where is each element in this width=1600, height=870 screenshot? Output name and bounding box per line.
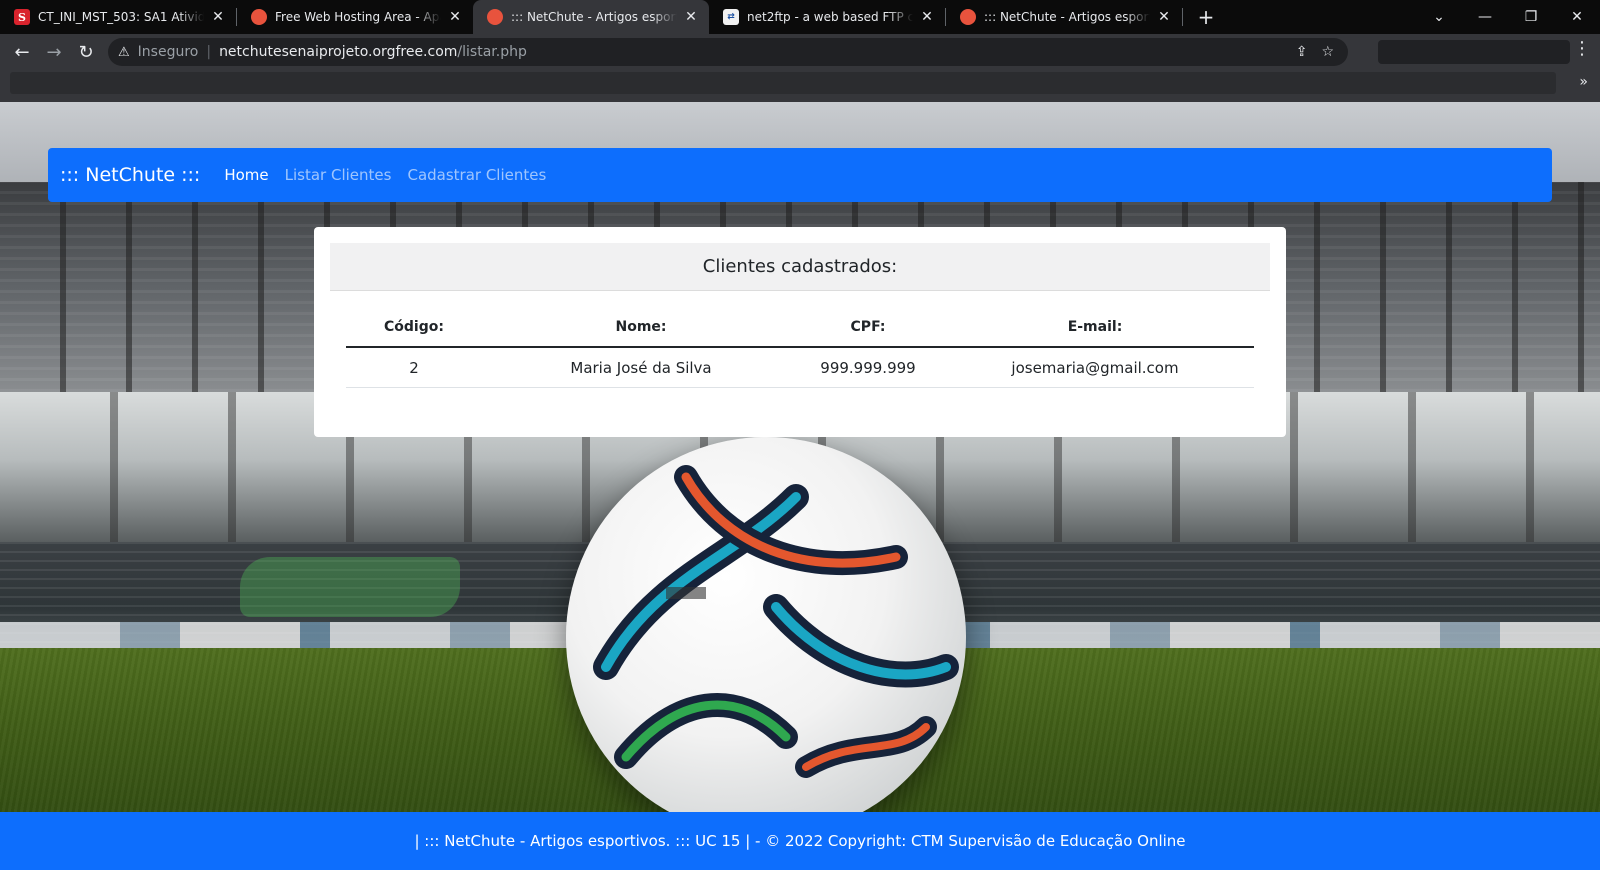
close-icon[interactable]: ✕: [683, 9, 699, 25]
nav-link-listar-clientes[interactable]: Listar Clientes: [285, 166, 392, 184]
browser-tab-active[interactable]: ::: NetChute - Artigos esportivos. ✕: [473, 0, 709, 34]
clients-card: Clientes cadastrados: Código: Nome: CPF:…: [314, 227, 1286, 437]
tab-title: CT_INI_MST_503: SA1 Atividade 2: [38, 10, 204, 24]
close-icon[interactable]: ✕: [919, 9, 935, 25]
window-close-icon[interactable]: ✕: [1554, 9, 1600, 25]
browser-tab[interactable]: ⇄ net2ftp - a web based FTP client ✕: [709, 0, 945, 34]
clients-table: Código: Nome: CPF: E-mail: 2 Maria José …: [346, 307, 1254, 388]
url-path: /listar.php: [457, 44, 527, 60]
tab-title: Free Web Hosting Area - Apache: [275, 10, 441, 24]
column-header-codigo: Código:: [384, 318, 444, 335]
cell-email: josemaria@gmail.com: [1011, 358, 1179, 377]
soccer-ball-image: [566, 437, 966, 837]
back-arrow-icon[interactable]: ←: [6, 36, 38, 68]
column-header-cpf: CPF:: [850, 318, 886, 335]
table-header-row: Código: Nome: CPF: E-mail:: [346, 307, 1254, 348]
close-icon[interactable]: ✕: [1156, 9, 1172, 25]
browser-tab[interactable]: ::: NetChute - Artigos esportivos. ✕: [946, 0, 1182, 34]
new-tab-icon[interactable]: +: [1189, 5, 1223, 29]
soccer-ball-pattern: [593, 465, 959, 778]
tab-title: net2ftp - a web based FTP client: [747, 10, 913, 24]
reload-icon[interactable]: ↻: [70, 36, 102, 68]
cell-codigo: 2: [409, 358, 419, 377]
column-header-nome: Nome:: [615, 318, 667, 335]
background-field-logo: [240, 557, 460, 617]
navbar-brand[interactable]: ::: NetChute :::: [60, 164, 200, 186]
site-navbar: ::: NetChute ::: Home Listar Clientes Ca…: [48, 148, 1552, 202]
tab-divider: [1182, 8, 1183, 26]
forward-arrow-icon[interactable]: →: [38, 36, 70, 68]
address-bar[interactable]: ⚠ Inseguro | netchutesenaiprojeto.orgfre…: [108, 38, 1348, 66]
site-footer: | ::: NetChute - Artigos esportivos. :::…: [0, 812, 1600, 870]
close-icon[interactable]: ✕: [210, 9, 226, 25]
tab-title: ::: NetChute - Artigos esportivos.: [511, 10, 677, 24]
tab-search-icon[interactable]: ⌄: [1416, 9, 1462, 25]
security-label: Inseguro: [137, 44, 199, 60]
browser-tab[interactable]: Free Web Hosting Area - Apache ✕: [237, 0, 473, 34]
url-host: netchutesenaiprojeto.orgfree.com: [219, 44, 458, 60]
tab-title: ::: NetChute - Artigos esportivos.: [984, 10, 1150, 24]
globe-icon: [487, 9, 503, 25]
cell-nome: Maria José da Silva: [570, 358, 712, 377]
warning-icon[interactable]: ⚠: [118, 45, 130, 60]
extensions-area[interactable]: [1378, 40, 1570, 64]
nav-link-home[interactable]: Home: [224, 166, 268, 184]
footer-text: | ::: NetChute - Artigos esportivos. :::…: [414, 832, 1186, 850]
share-icon[interactable]: ⇪: [1296, 44, 1308, 60]
ftp-icon: ⇄: [723, 9, 739, 25]
table-row: 2 Maria José da Silva 999.999.999 josema…: [346, 348, 1254, 388]
minimize-icon[interactable]: —: [1462, 9, 1508, 25]
restore-icon[interactable]: ❐: [1508, 9, 1554, 25]
nav-link-cadastrar-clientes[interactable]: Cadastrar Clientes: [407, 166, 546, 184]
bookmarks-bar-area: [10, 72, 1556, 94]
browser-tab[interactable]: S CT_INI_MST_503: SA1 Atividade 2 ✕: [0, 0, 236, 34]
card-title: Clientes cadastrados:: [330, 243, 1270, 291]
page-viewport: ::: NetChute ::: Home Listar Clientes Ca…: [0, 102, 1600, 870]
s-logo-icon: S: [14, 9, 30, 25]
globe-icon: [960, 9, 976, 25]
window-controls: ⌄ — ❐ ✕: [1416, 0, 1600, 34]
browser-toolbar: ← → ↻ ⚠ Inseguro | netchutesenaiprojeto.…: [0, 34, 1600, 70]
bookmarks-bar: »: [0, 70, 1600, 102]
globe-icon: [251, 9, 267, 25]
cell-cpf: 999.999.999: [820, 358, 916, 377]
close-icon[interactable]: ✕: [447, 9, 463, 25]
more-options-icon[interactable]: ⋮: [1572, 38, 1592, 59]
browser-tab-strip: S CT_INI_MST_503: SA1 Atividade 2 ✕ Free…: [0, 0, 1600, 34]
bookmark-star-icon[interactable]: ☆: [1321, 44, 1334, 60]
address-divider: |: [206, 44, 212, 60]
bookmarks-overflow-icon[interactable]: »: [1579, 74, 1588, 90]
column-header-email: E-mail:: [1067, 318, 1123, 335]
